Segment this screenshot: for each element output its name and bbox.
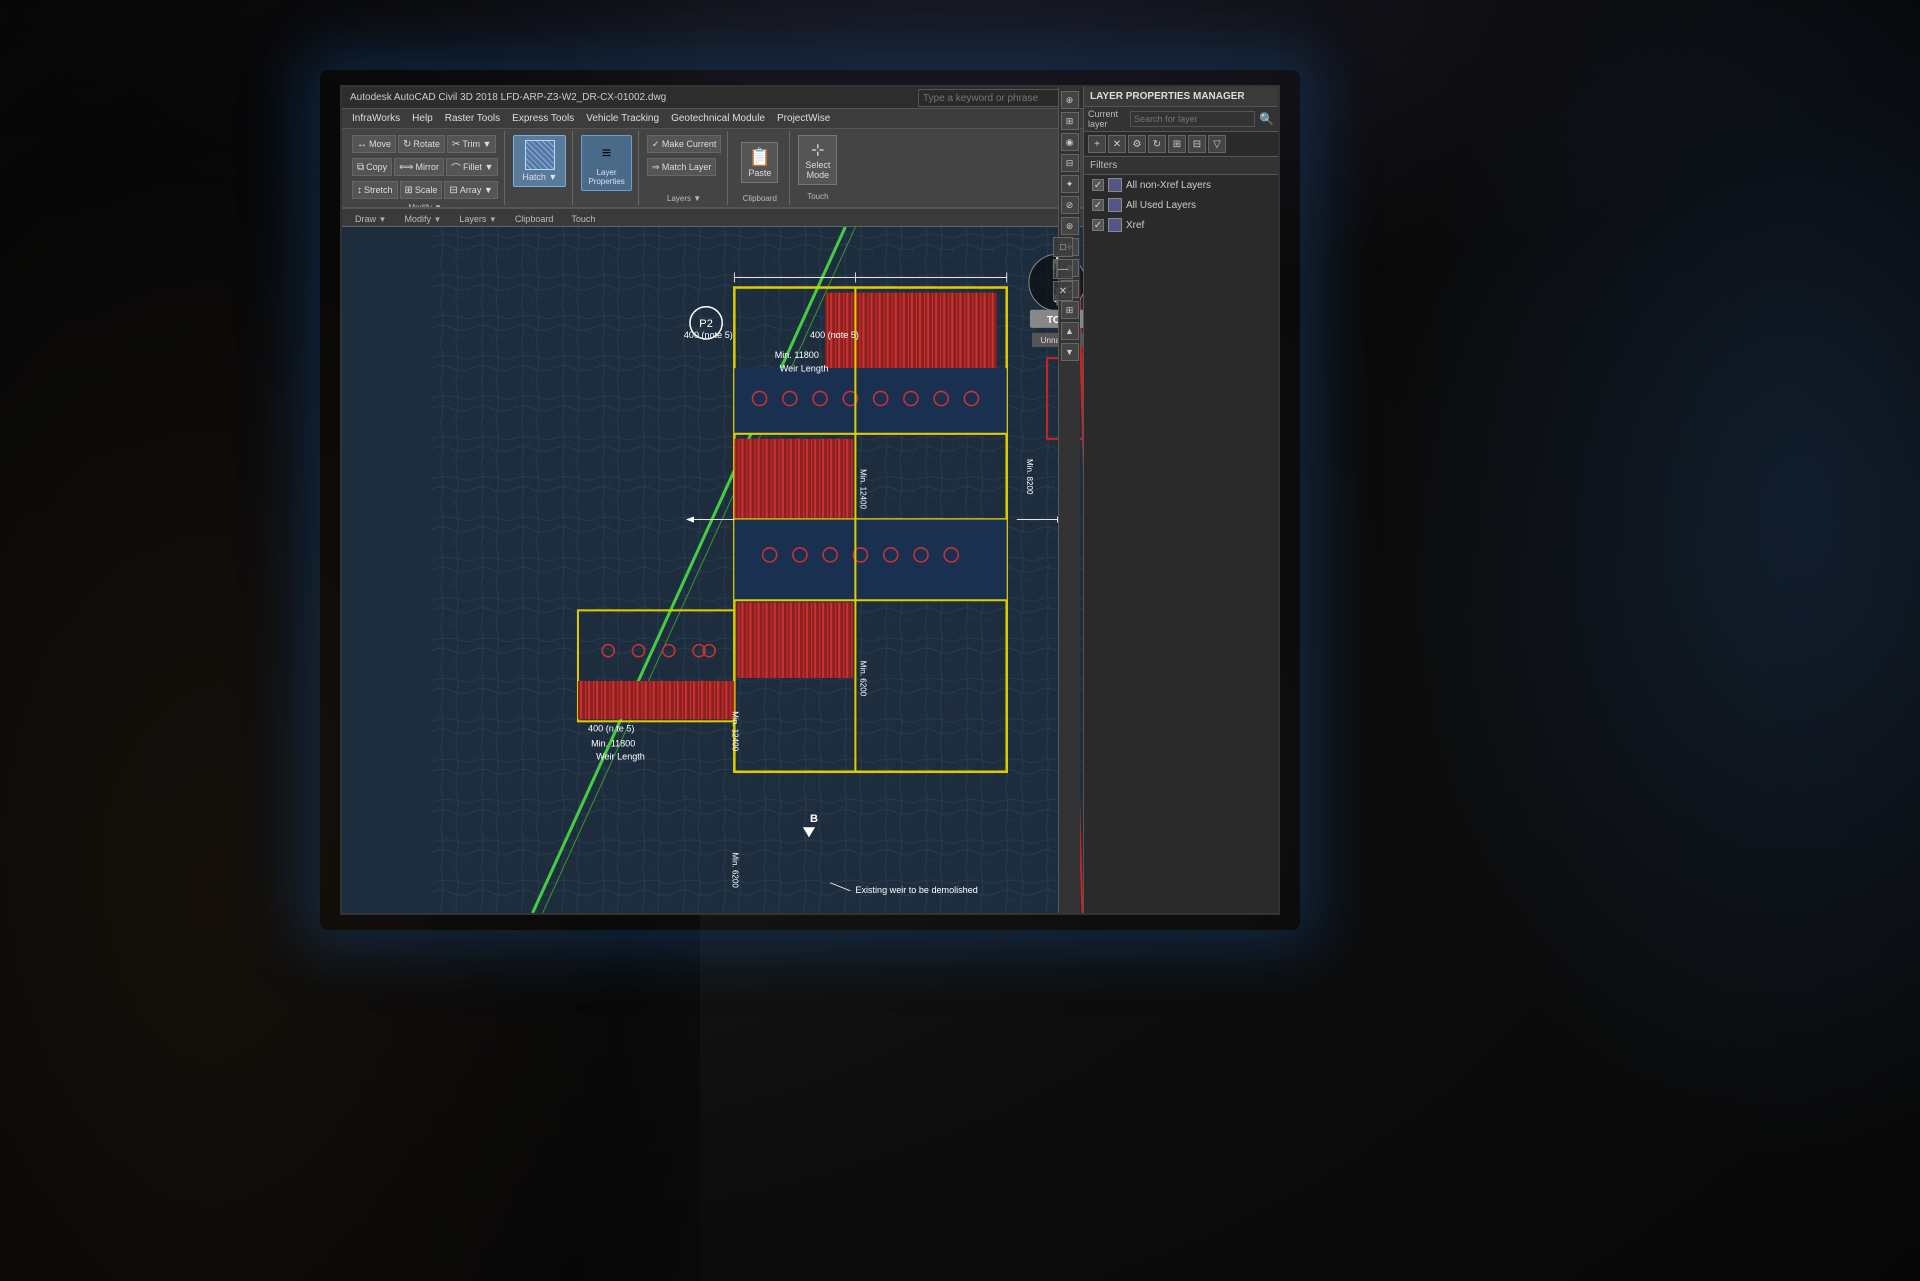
svg-text:Min. 11800: Min. 11800 [591,739,635,749]
svg-text:P2: P2 [699,318,713,330]
trim-button[interactable]: ✂ Trim ▼ [447,135,496,153]
svg-text:Min. 6200: Min. 6200 [730,852,739,888]
rtb-btn-scroll-up[interactable]: ▲ [1061,322,1079,340]
menu-express-tools[interactable]: Express Tools [506,111,580,126]
menu-help[interactable]: Help [406,111,439,126]
autocad-window: Autodesk AutoCAD Civil 3D 2018 LFD-ARP-Z… [342,87,1278,913]
tab-modify[interactable]: Modify ▼ [395,211,450,226]
modify-group-label: Modify ▼ [408,201,442,209]
layers-group-label: Layers ▼ [667,192,701,203]
rtb-btn-7[interactable]: ⊛ [1061,227,1079,235]
viewport-maximize-button[interactable]: □ [1053,237,1073,257]
make-current-button[interactable]: ✓ Make Current [647,135,722,153]
clipboard-group-label: Clipboard [743,192,777,203]
select-mode-button[interactable]: ⊹ SelectMode [798,135,837,185]
layer-properties-button[interactable]: ≡ LayerProperties [581,135,631,191]
svg-text:400 (note 5): 400 (note 5) [684,330,733,340]
touch-group-label: Touch [807,190,828,201]
svg-text:B: B [810,813,818,825]
fillet-button[interactable]: ⌒ Fillet ▼ [446,158,498,176]
tab-draw[interactable]: Draw ▼ [346,211,395,226]
ribbon-group-draw: ↔ Move ↻ Rotate ✂ Trim ▼ ⧉ Copy [346,131,505,205]
svg-text:Min. 12400: Min. 12400 [858,469,867,509]
layer-properties-panel: LAYER PROPERTIES MANAGER Current layer 🔍… [1083,227,1278,913]
draw-tools-row2: ⧉ Copy ⟺ Mirror ⌒ Fillet ▼ [352,156,498,178]
menu-geotechnical[interactable]: Geotechnical Module [665,111,771,126]
rotate-button[interactable]: ↻ Rotate [398,135,445,153]
draw-tools-row1: ↔ Move ↻ Rotate ✂ Trim ▼ [352,133,498,155]
tab-layers[interactable]: Layers ▼ [450,211,505,226]
select-mode-group: ⊹ SelectMode Touch [792,131,843,205]
search-input[interactable] [918,89,1078,107]
layer-label-xref: Xref [1126,227,1144,231]
svg-text:Weir Length: Weir Length [780,363,829,373]
copy-button[interactable]: ⧉ Copy [352,158,392,176]
ribbon-group-layers: ✓ Make Current ⇒ Match Layer Layers ▼ [641,131,729,205]
paste-button[interactable]: 📋 Paste [741,142,778,183]
draw-tools-row3: ↕ Stretch ⊞ Scale ⊟ Array ▼ [352,179,498,201]
svg-text:Weir Length: Weir Length [596,752,645,762]
svg-text:Min. 12400: Min. 12400 [730,711,739,751]
svg-text:400 (n te 5): 400 (n te 5) [588,723,634,733]
layer-icon-xref [1108,227,1122,232]
rtb-btn-11[interactable]: ⊞ [1061,301,1079,319]
viewport-minimize-button[interactable]: — [1053,259,1073,279]
mirror-button[interactable]: ⟺ Mirror [394,158,444,176]
ribbon-group-clipboard: 📋 Paste Clipboard [730,131,790,205]
array-button[interactable]: ⊟ Array ▼ [444,181,497,199]
rtb-btn-scroll-down[interactable]: ▼ [1061,343,1079,361]
svg-text:400 (note 5): 400 (note 5) [810,330,859,340]
tab-touch[interactable]: Touch [562,211,604,226]
checkbox-xref[interactable]: ✓ [1092,227,1104,231]
layer-properties-group: ≡ LayerProperties [575,131,638,205]
menu-infraworks[interactable]: InfraWorks [346,111,406,126]
hatch-button[interactable]: Hatch ▼ [513,135,566,187]
main-area: P2 [342,227,1278,913]
menu-raster-tools[interactable]: Raster Tools [439,111,506,126]
menu-projectwise[interactable]: ProjectWise [771,111,836,126]
svg-text:Min. 6200: Min. 6200 [858,661,867,697]
monitor-screen: Autodesk AutoCAD Civil 3D 2018 LFD-ARP-Z… [340,85,1280,915]
svg-text:Min. 11800: Min. 11800 [775,350,819,360]
right-toolbar: ⊕ ⊞ ◉ ⊟ ✦ ⊘ ⊛ ✚ ⊕ ⬡ ⊞ ▲ ▼ [1058,227,1080,913]
menu-vehicle-tracking[interactable]: Vehicle Tracking [580,111,665,126]
viewport-close-button[interactable]: ✕ [1053,281,1073,301]
move-button[interactable]: ↔ Move [352,135,396,153]
svg-text:Min. 8200: Min. 8200 [1025,459,1034,495]
tab-clipboard[interactable]: Clipboard [506,211,563,226]
layer-item-xref[interactable]: ✓ Xref [1084,227,1278,235]
scale-button[interactable]: ⊞ Scale [400,181,443,199]
stretch-button[interactable]: ↕ Stretch [352,181,398,199]
svg-text:Existing weir to be demolished: Existing weir to be demolished [855,885,977,895]
match-layer-button[interactable]: ⇒ Match Layer [647,158,717,176]
hatch-group: Hatch ▼ [507,131,573,205]
viewport-controls: □ — ✕ [1053,237,1073,301]
